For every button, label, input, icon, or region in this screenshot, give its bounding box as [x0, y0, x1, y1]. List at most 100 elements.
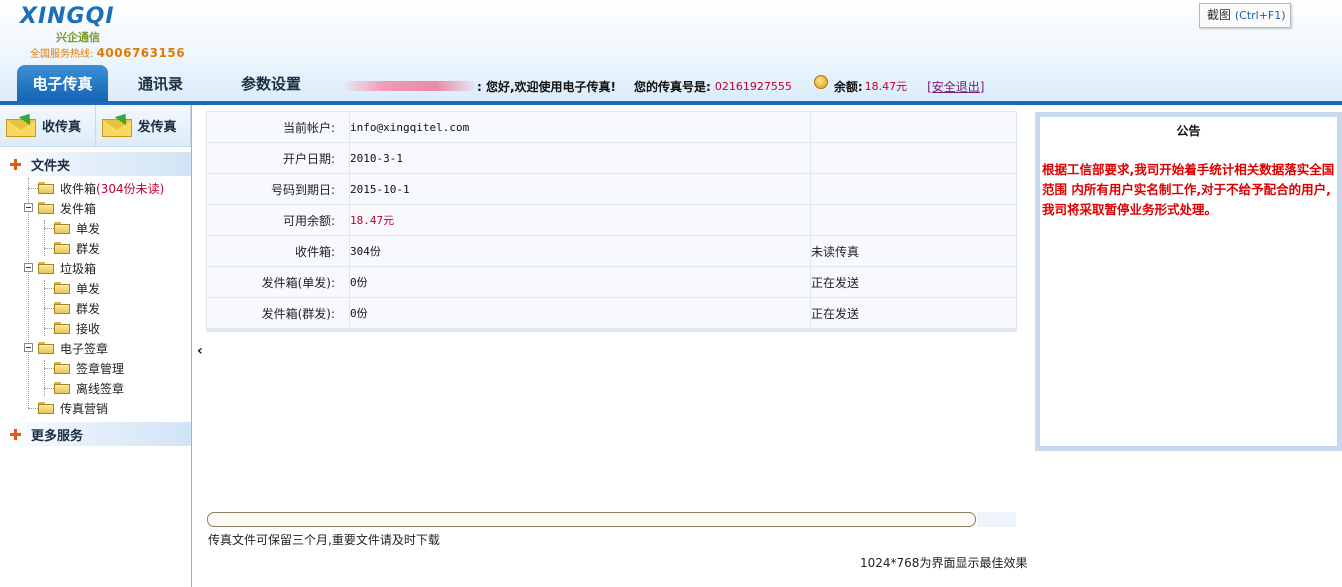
row-extra [810, 142, 1017, 174]
trash-received-label: 接收 [76, 321, 101, 336]
sidebar: 收传真 发传真 文件夹 收件箱 (304份未读) 发件箱 单发 群发 垃圾箱 单… [0, 105, 192, 587]
fax-number-label: 您的传真号是: [634, 79, 711, 94]
folder-open-icon [38, 342, 54, 354]
table-row: 号码到期日: 2015-10-1 [206, 173, 1017, 205]
more-services-header[interactable]: 更多服务 [0, 422, 191, 446]
esign-offline-label: 离线签章 [76, 381, 125, 396]
collapse-icon[interactable] [24, 203, 33, 212]
row-extra [810, 173, 1017, 205]
folder-open-icon [38, 202, 54, 214]
row-extra [810, 111, 1017, 143]
esign-label: 电子签章 [60, 341, 109, 356]
folders-title: 文件夹 [31, 158, 71, 174]
redacted-username [345, 81, 475, 91]
best-display-note: 1024*768为界面显示最佳效果 [860, 556, 1028, 570]
folder-esign-offline[interactable]: 离线签章 [0, 378, 191, 398]
outbox-group-label: 群发 [76, 241, 101, 256]
row-value: 304份 [349, 235, 811, 267]
esign-manage-label: 签章管理 [76, 361, 125, 376]
user-info-bar: : 您好,欢迎使用电子传真! 您的传真号是: 02161927555 余额: 1… [345, 75, 985, 95]
row-extra: 正在发送 [810, 297, 1017, 329]
row-value: info@xingqitel.com [349, 111, 811, 143]
folder-outbox-group[interactable]: 群发 [0, 238, 191, 258]
tab-settings[interactable]: 参数设置 [223, 65, 319, 101]
row-label: 发件箱(群发): [206, 297, 350, 329]
table-row: 当前帐户: info@xingqitel.com [206, 111, 1017, 143]
table-bottom-border [206, 329, 1017, 332]
row-value: 0份 [349, 266, 811, 298]
row-label: 当前帐户: [206, 111, 350, 143]
outbox-single-label: 单发 [76, 221, 101, 236]
send-fax-button[interactable]: 发传真 [96, 105, 191, 146]
announcement-body: 根据工信部要求,我司开始着手统计相关数据落实全国范围 内所有用户实名制工作,对于… [1042, 162, 1335, 217]
folder-icon [54, 222, 70, 234]
hotline-number: 4006763156 [96, 46, 186, 60]
folder-icon [54, 382, 70, 394]
brand-name: XINGQI [20, 4, 115, 29]
folder-icon [54, 302, 70, 314]
folder-fax-marketing[interactable]: 传真营销 [0, 398, 191, 418]
main-nav: 电子传真 通讯录 参数设置 [17, 65, 319, 101]
header: XINGQI 兴企通信 全国服务热线: 4006763156 截图 (Ctrl+… [0, 0, 1342, 104]
row-extra: 正在发送 [810, 266, 1017, 298]
screenshot-tooltip-label: 截图 [1207, 8, 1232, 22]
folder-open-icon [38, 262, 54, 274]
envelope-send-icon [101, 109, 134, 137]
marketing-label: 传真营销 [60, 401, 109, 416]
row-extra [810, 204, 1017, 236]
folder-esign-manage[interactable]: 签章管理 [0, 358, 191, 378]
balance-label: 余额: [833, 79, 863, 94]
folder-icon [54, 362, 70, 374]
screenshot-tooltip-shortcut: (Ctrl+F1) [1234, 9, 1286, 22]
folder-inbox[interactable]: 收件箱 (304份未读) [0, 178, 191, 198]
trash-label: 垃圾箱 [60, 261, 97, 276]
balance-value: 18.47元 [864, 80, 908, 93]
progress-bar [207, 512, 976, 527]
tab-contacts[interactable]: 通讯录 [120, 65, 201, 101]
row-label: 收件箱: [206, 235, 350, 267]
receive-fax-button[interactable]: 收传真 [0, 105, 96, 146]
announcement-title: 公告 [1176, 124, 1201, 138]
folder-tree: 收件箱 (304份未读) 发件箱 单发 群发 垃圾箱 单发 群发 接收 电子签章… [0, 176, 191, 418]
plus-icon [10, 158, 21, 170]
folder-outbox[interactable]: 发件箱 [0, 198, 191, 218]
folder-icon [38, 182, 54, 194]
collapse-sidebar-icon[interactable]: ‹ [197, 343, 203, 359]
row-extra: 未读传真 [810, 235, 1017, 267]
envelope-receive-icon [6, 109, 38, 137]
folder-icon [38, 402, 54, 414]
hotline-label: 全国服务热线: [30, 49, 94, 60]
folder-icon [54, 282, 70, 294]
folder-trash[interactable]: 垃圾箱 [0, 258, 191, 278]
logout-link[interactable]: [安全退出] [927, 78, 984, 95]
tab-e-fax[interactable]: 电子传真 [17, 65, 108, 101]
progress-bar-extension [977, 512, 1016, 527]
collapse-icon[interactable] [24, 343, 33, 352]
folder-trash-single[interactable]: 单发 [0, 278, 191, 298]
inbox-unread-count: (304份未读) [96, 181, 165, 196]
money-bag-icon [813, 75, 828, 89]
outbox-label: 发件箱 [60, 201, 97, 216]
row-label: 可用余额: [206, 204, 350, 236]
row-label: 发件箱(单发): [206, 266, 350, 298]
fax-action-buttons: 收传真 发传真 [0, 105, 191, 147]
row-label: 开户日期: [206, 142, 350, 174]
receive-fax-label: 收传真 [42, 120, 82, 135]
row-value: 0份 [349, 297, 811, 329]
trash-group-label: 群发 [76, 301, 101, 316]
folder-trash-group[interactable]: 群发 [0, 298, 191, 318]
row-value: 2015-10-1 [349, 173, 811, 205]
brand-logo[interactable]: XINGQI 兴企通信 全国服务热线: 4006763156 [18, 4, 188, 60]
account-info-panel: 当前帐户: info@xingqitel.com 开户日期: 2010-3-1 … [206, 111, 1017, 332]
collapse-icon[interactable] [24, 263, 33, 272]
header-divider [0, 101, 1342, 105]
folder-esign[interactable]: 电子签章 [0, 338, 191, 358]
folder-trash-received[interactable]: 接收 [0, 318, 191, 338]
folders-section-header[interactable]: 文件夹 [0, 152, 191, 176]
brand-cn-name: 兴企通信 [56, 31, 100, 44]
row-value: 2010-3-1 [349, 142, 811, 174]
table-row: 发件箱(群发): 0份 正在发送 [206, 297, 1017, 329]
folder-outbox-single[interactable]: 单发 [0, 218, 191, 238]
fax-number: 02161927555 [714, 79, 792, 93]
more-services-title: 更多服务 [31, 428, 84, 444]
